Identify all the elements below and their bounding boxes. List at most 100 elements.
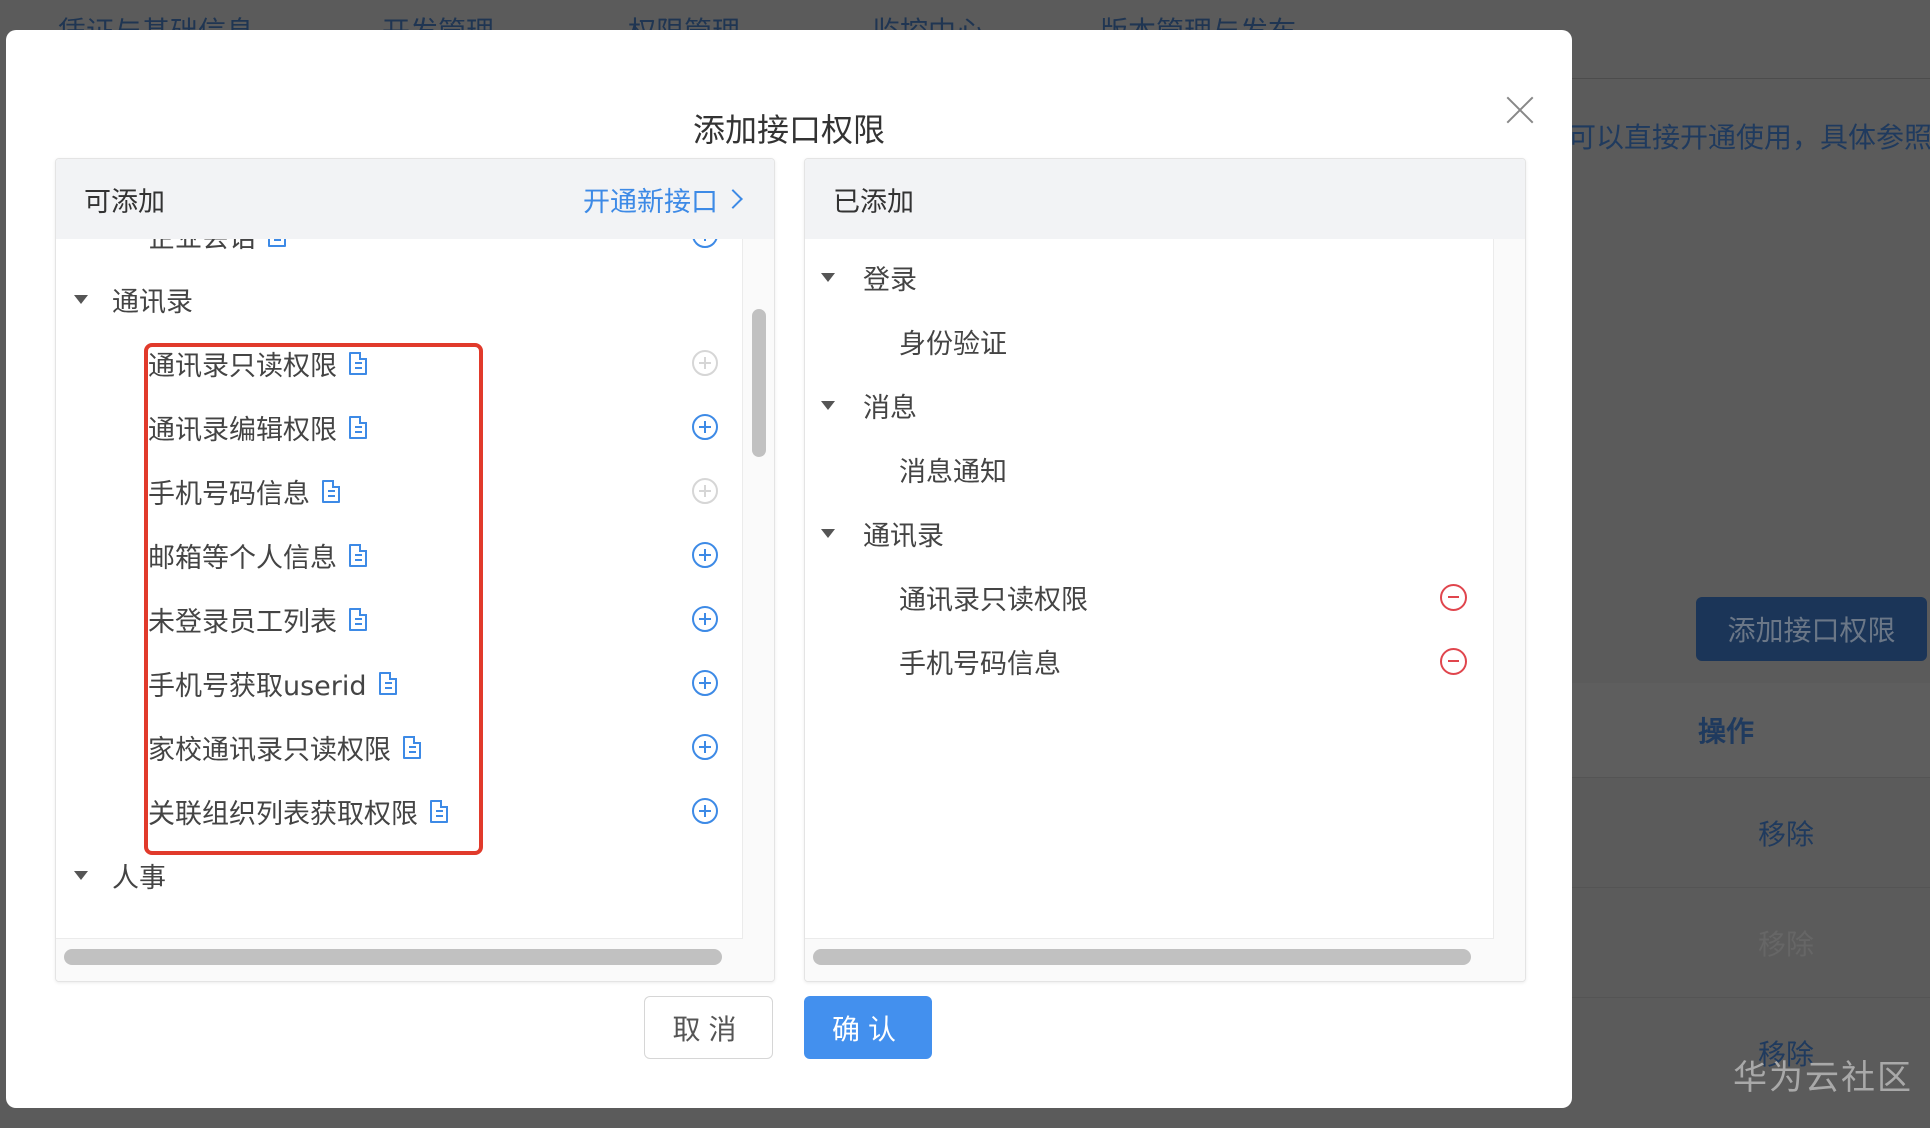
tree-item-text: 关联组织列表获取权限 [148, 798, 418, 830]
tree-group[interactable]: 登录 [805, 245, 1493, 309]
tree-item[interactable]: 通讯录只读权限 [56, 331, 742, 395]
confirm-button[interactable]: 确认 [804, 996, 932, 1059]
bg-table-row-remove: 移除 [1572, 777, 1930, 887]
add-api-permission-dialog: 添加接口权限 可添加 开通新接口 企业会话通讯录通讯录只读权限通讯录编辑权限手机… [6, 30, 1572, 1108]
tree-item[interactable]: 未登录员工列表 [56, 587, 742, 651]
tree-item-label: 手机号获取userid [148, 664, 397, 703]
horizontal-scrollbar[interactable] [56, 939, 774, 981]
tree-item-label: 手机号码信息 [148, 472, 340, 511]
caret-down-icon[interactable] [74, 870, 88, 880]
remove-circle-icon[interactable] [1440, 647, 1467, 675]
tree-item[interactable]: 通讯录编辑权限 [56, 395, 742, 459]
tree-item-label: 手机号码信息 [899, 648, 1061, 680]
tree-item-text: 手机号获取userid [148, 670, 367, 702]
horizontal-scrollbar-thumb[interactable] [813, 949, 1471, 965]
tree-item-text: 通讯录只读权限 [148, 350, 337, 382]
open-new-api-label: 开通新接口 [583, 186, 718, 218]
add-circle-icon[interactable] [692, 798, 718, 824]
tree-item-text: 邮箱等个人信息 [148, 542, 337, 574]
vertical-scrollbar[interactable] [743, 239, 774, 939]
tree-item-label: 通讯录只读权限 [148, 344, 367, 383]
horizontal-scrollbar-thumb[interactable] [64, 949, 722, 965]
document-icon[interactable] [268, 239, 286, 247]
add-circle-icon [692, 350, 718, 376]
open-new-api-link[interactable]: 开通新接口 [583, 180, 746, 219]
caret-down-icon[interactable] [821, 400, 835, 410]
document-icon[interactable] [378, 671, 397, 695]
tree-item-label: 通讯录只读权限 [899, 584, 1088, 616]
tree-group-label: 通讯录 [112, 286, 193, 318]
available-panel-header: 可添加 开通新接口 [56, 159, 774, 239]
tree-item[interactable]: 企业会话 [56, 239, 742, 267]
cancel-button[interactable]: 取消 [644, 996, 773, 1059]
dialog-title: 添加接口权限 [692, 111, 885, 149]
tree-item-label: 消息通知 [899, 456, 1007, 488]
tree-item[interactable]: 手机号获取userid [56, 651, 742, 715]
bg-table: 操作 移除 移除 移除 [1572, 683, 1930, 1107]
added-tree: 登录身份验证消息消息通知通讯录通讯录只读权限 手机号码信息 [805, 239, 1494, 939]
add-circle-icon [692, 478, 718, 504]
added-panel-title: 已添加 [833, 186, 914, 218]
tree-item[interactable]: 关联组织列表获取权限 [56, 779, 742, 843]
vertical-scrollbar-track [1494, 239, 1525, 939]
remove-circle-icon[interactable] [1440, 583, 1467, 611]
added-panel-header: 已添加 [805, 159, 1525, 239]
tree-item-label: 关联组织列表获取权限 [148, 792, 448, 831]
tree-item-label: 邮箱等个人信息 [148, 536, 367, 575]
bg-table-row-remove: 移除 [1572, 887, 1930, 997]
tree-item-text: 通讯录编辑权限 [148, 414, 337, 446]
available-tree: 企业会话通讯录通讯录只读权限通讯录编辑权限手机号码信息邮箱等个人信息未登录员工列… [56, 239, 743, 939]
caret-down-icon[interactable] [74, 294, 88, 304]
tree-group[interactable]: 通讯录 [805, 501, 1493, 565]
tree-item[interactable]: 手机号码信息 [56, 459, 742, 523]
tree-item-label: 通讯录编辑权限 [148, 408, 367, 447]
document-icon[interactable] [322, 479, 340, 503]
tree-group[interactable]: 消息 [805, 373, 1493, 437]
vertical-scrollbar-thumb[interactable] [752, 309, 766, 457]
tree-group-label: 人事 [112, 862, 166, 894]
tree-item: 消息通知 [805, 437, 1493, 501]
add-circle-icon[interactable] [692, 734, 718, 760]
tree-item: 通讯录只读权限 [805, 565, 1493, 629]
add-circle-icon[interactable] [692, 414, 718, 440]
document-icon[interactable] [403, 735, 421, 759]
tree-item-text: 未登录员工列表 [148, 606, 337, 638]
tree-item: 手机号码信息 [805, 629, 1493, 693]
tree-group[interactable]: 通讯录 [56, 267, 742, 331]
add-circle-icon[interactable] [692, 542, 718, 568]
available-panel-title: 可添加 [84, 186, 165, 218]
document-icon[interactable] [430, 799, 448, 823]
document-icon[interactable] [349, 351, 367, 375]
horizontal-scrollbar[interactable] [805, 939, 1525, 981]
add-circle-icon[interactable] [692, 239, 718, 248]
tree-item-text: 企业会话 [148, 239, 256, 255]
document-icon[interactable] [349, 607, 367, 631]
tree-item[interactable]: 家校通讯录只读权限 [56, 715, 742, 779]
document-icon[interactable] [349, 415, 367, 439]
chevron-right-icon [723, 189, 743, 209]
bg-divider [1572, 78, 1930, 79]
available-panel: 可添加 开通新接口 企业会话通讯录通讯录只读权限通讯录编辑权限手机号码信息邮箱等… [55, 158, 775, 982]
tree-item-text: 手机号码信息 [148, 478, 310, 510]
tree-group-label: 通讯录 [863, 520, 944, 552]
tree-item-text: 家校通讯录只读权限 [148, 734, 391, 766]
tree-group[interactable]: 人事 [56, 843, 742, 907]
document-icon[interactable] [349, 543, 367, 567]
close-icon[interactable] [1498, 88, 1542, 132]
bg-table-header: 操作 [1572, 683, 1930, 777]
added-panel: 已添加 登录身份验证消息消息通知通讯录通讯录只读权限 手机号码信息 [804, 158, 1526, 982]
tree-group-label: 消息 [863, 392, 917, 424]
add-circle-icon[interactable] [692, 606, 718, 632]
tree-item[interactable]: 邮箱等个人信息 [56, 523, 742, 587]
tree-item-label: 企业会话 [148, 239, 286, 255]
tree-item-label: 身份验证 [899, 328, 1007, 360]
watermark: 华为云社区 [1733, 1058, 1913, 1098]
add-circle-icon[interactable] [692, 670, 718, 696]
bg-add-permission-button: 添加接口权限 [1696, 597, 1927, 661]
caret-down-icon[interactable] [821, 528, 835, 538]
tree-item: 身份验证 [805, 309, 1493, 373]
tree-item-label: 未登录员工列表 [148, 600, 367, 639]
caret-down-icon[interactable] [821, 272, 835, 282]
tree-item-label: 家校通讯录只读权限 [148, 728, 421, 767]
tree-group-label: 登录 [863, 264, 917, 296]
